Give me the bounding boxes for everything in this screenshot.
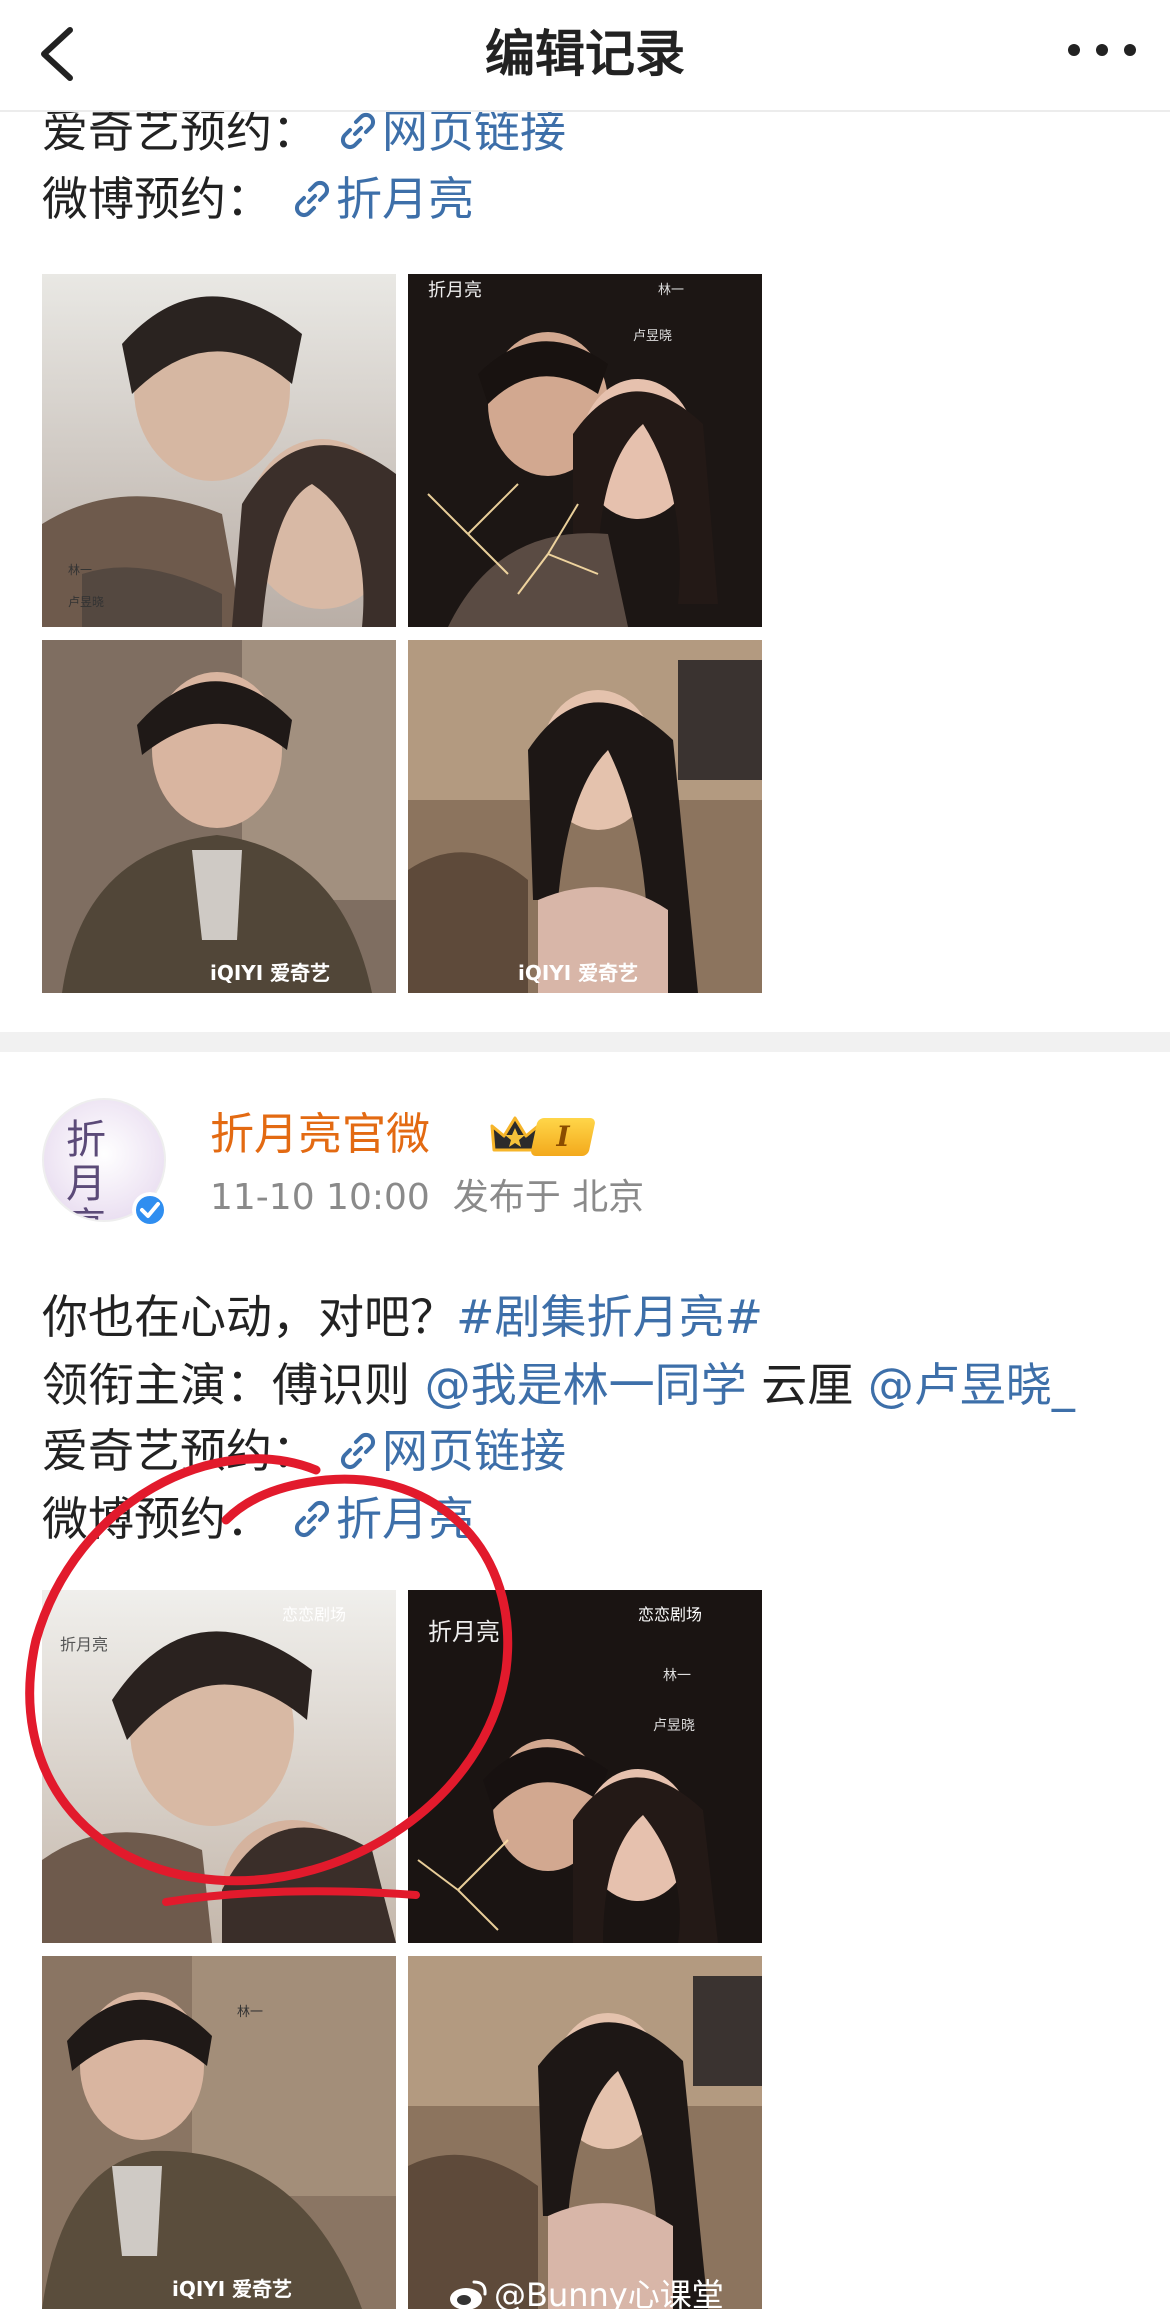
weibo-watermark: @Bunny心课堂	[448, 2270, 724, 2314]
iqiyi-link[interactable]: 网页链接	[382, 1424, 566, 1478]
iqiyi-reserve-line: 爱奇艺预约： 网页链接	[42, 1420, 566, 1482]
weibo-reserve-line: 微博预约： 折月亮	[42, 1488, 474, 1550]
weibo-link[interactable]: 折月亮	[336, 1492, 474, 1546]
page-title: 编辑记录	[485, 25, 685, 83]
iqiyi-logo: iQIYI 爱奇艺	[518, 961, 638, 985]
link-icon	[340, 1432, 376, 1470]
post-divider	[0, 1032, 1170, 1052]
weibo-logo-icon	[450, 2280, 487, 2310]
post-meta: 11-10 10:00 发布于 北京	[210, 1172, 644, 1224]
weibo-reserve-label: 微博预约：	[42, 1492, 272, 1546]
vip-level-text: I	[556, 1120, 570, 1153]
post-image-3[interactable]: 林一 iQIYI 爱奇艺	[42, 1956, 396, 2309]
title-calligraphy: 折月亮	[60, 1635, 108, 1654]
vip-level-badge: I	[529, 1118, 597, 1156]
link-icon	[340, 112, 376, 150]
post-text-line-1: 你也在心动，对吧？#剧集折月亮#	[42, 1286, 763, 1348]
iqiyi-link[interactable]: 网页链接	[382, 112, 566, 158]
author-name[interactable]: 折月亮官微	[210, 1105, 430, 1165]
post-text: 你也在心动，对吧？	[42, 1290, 456, 1344]
more-dots-icon[interactable]	[1064, 30, 1140, 70]
post-time: 11-10 10:00	[210, 1177, 430, 1218]
brand-logo: 恋恋剧场	[282, 1605, 346, 1624]
iqiyi-reserve-line: 爱奇艺预约： 网页链接	[42, 112, 566, 162]
cast-label: 领衔主演：傅识则	[42, 1358, 425, 1412]
actor2-caption: 卢昱晓	[68, 594, 104, 609]
post-location: 发布于 北京	[452, 1177, 645, 1218]
post-image-3[interactable]: iQIYI 爱奇艺	[42, 640, 396, 993]
iqiyi-reserve-label: 爱奇艺预约：	[42, 112, 318, 158]
link-icon	[294, 1500, 330, 1538]
verified-badge-icon	[132, 1192, 168, 1228]
post-image-4[interactable]: iQIYI 爱奇艺	[408, 640, 762, 993]
mention-link-1[interactable]: @我是林一同学	[425, 1358, 747, 1412]
actor1-caption: 林一	[68, 563, 92, 577]
brand-logo: 恋恋剧场	[638, 1605, 702, 1624]
mention-link-2[interactable]: @卢昱晓_	[868, 1358, 1075, 1412]
cast-mid: 云厘	[746, 1358, 868, 1412]
post-image-2[interactable]: 林一 卢昱晓 折月亮	[408, 274, 762, 627]
post-image-1[interactable]: 林一 卢昱晓	[42, 274, 396, 627]
title-calligraphy: 折月亮	[428, 280, 482, 301]
watermark-text: @Bunny心课堂	[494, 2276, 724, 2314]
iqiyi-reserve-label: 爱奇艺预约：	[42, 1424, 318, 1478]
post-image-4[interactable]	[408, 1956, 762, 2309]
post-image-1[interactable]: 恋恋剧场 折月亮	[42, 1590, 396, 1943]
avatar-calligraphy: 折月亮	[66, 1117, 106, 1220]
link-icon	[294, 180, 330, 218]
weibo-link[interactable]: 折月亮	[336, 172, 474, 226]
actor1-caption: 林一	[237, 2005, 263, 2020]
iqiyi-logo: iQIYI 爱奇艺	[172, 2277, 292, 2301]
weibo-reserve-label: 微博预约：	[42, 172, 272, 226]
previous-post: 爱奇艺预约： 网页链接 微博预约： 折月亮 林一 卢昱晓 林一 卢昱晓 折月亮 …	[0, 112, 1170, 1032]
actor1-caption: 林一	[658, 283, 684, 298]
navigation-bar: 编辑记录	[0, 0, 1170, 112]
actor2-caption: 卢昱晓	[653, 1718, 695, 1734]
actor2-caption: 卢昱晓	[633, 328, 672, 344]
weibo-reserve-line: 微博预约： 折月亮	[42, 168, 474, 230]
actor1-caption: 林一	[663, 1668, 691, 1684]
title-calligraphy: 折月亮	[428, 1618, 500, 1646]
post-image-2[interactable]: 恋恋剧场 折月亮 林一 卢昱晓	[408, 1590, 762, 1943]
hashtag-link[interactable]: #剧集折月亮#	[456, 1290, 763, 1344]
iqiyi-logo: iQIYI 爱奇艺	[210, 961, 330, 985]
post-text-line-2: 领衔主演：傅识则 @我是林一同学 云厘 @卢昱晓_	[42, 1354, 1075, 1416]
